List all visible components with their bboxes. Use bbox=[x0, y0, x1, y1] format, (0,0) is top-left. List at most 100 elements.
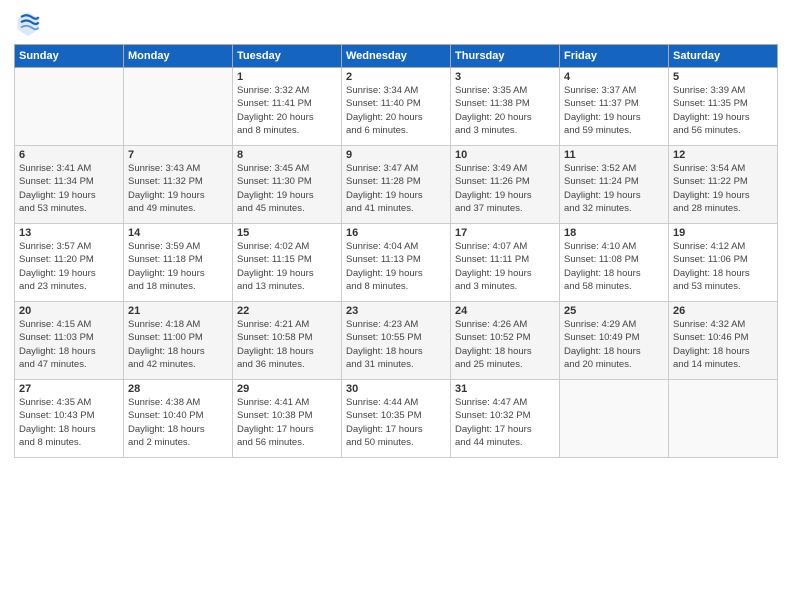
header-cell-wednesday: Wednesday bbox=[342, 45, 451, 68]
day-number: 16 bbox=[346, 227, 446, 239]
calendar-row: 27Sunrise: 4:35 AM Sunset: 10:43 PM Dayl… bbox=[15, 380, 778, 458]
day-number: 3 bbox=[455, 71, 555, 83]
day-number: 19 bbox=[673, 227, 773, 239]
header-cell-saturday: Saturday bbox=[669, 45, 778, 68]
day-detail: Sunrise: 4:07 AM Sunset: 11:11 PM Daylig… bbox=[455, 240, 555, 293]
day-detail: Sunrise: 4:47 AM Sunset: 10:32 PM Daylig… bbox=[455, 396, 555, 449]
calendar-cell bbox=[560, 380, 669, 458]
calendar-cell: 16Sunrise: 4:04 AM Sunset: 11:13 PM Dayl… bbox=[342, 224, 451, 302]
day-detail: Sunrise: 4:41 AM Sunset: 10:38 PM Daylig… bbox=[237, 396, 337, 449]
logo-icon bbox=[14, 10, 42, 38]
day-number: 24 bbox=[455, 305, 555, 317]
day-number: 18 bbox=[564, 227, 664, 239]
day-number: 12 bbox=[673, 149, 773, 161]
day-detail: Sunrise: 4:38 AM Sunset: 10:40 PM Daylig… bbox=[128, 396, 228, 449]
day-number: 31 bbox=[455, 383, 555, 395]
calendar-cell: 30Sunrise: 4:44 AM Sunset: 10:35 PM Dayl… bbox=[342, 380, 451, 458]
calendar-cell: 28Sunrise: 4:38 AM Sunset: 10:40 PM Dayl… bbox=[124, 380, 233, 458]
day-detail: Sunrise: 4:18 AM Sunset: 11:00 PM Daylig… bbox=[128, 318, 228, 371]
day-detail: Sunrise: 3:57 AM Sunset: 11:20 PM Daylig… bbox=[19, 240, 119, 293]
calendar-cell: 9Sunrise: 3:47 AM Sunset: 11:28 PM Dayli… bbox=[342, 146, 451, 224]
day-detail: Sunrise: 4:44 AM Sunset: 10:35 PM Daylig… bbox=[346, 396, 446, 449]
day-number: 9 bbox=[346, 149, 446, 161]
day-number: 6 bbox=[19, 149, 119, 161]
calendar-cell: 23Sunrise: 4:23 AM Sunset: 10:55 PM Dayl… bbox=[342, 302, 451, 380]
calendar-cell: 21Sunrise: 4:18 AM Sunset: 11:00 PM Dayl… bbox=[124, 302, 233, 380]
calendar-cell: 2Sunrise: 3:34 AM Sunset: 11:40 PM Dayli… bbox=[342, 68, 451, 146]
calendar-cell: 27Sunrise: 4:35 AM Sunset: 10:43 PM Dayl… bbox=[15, 380, 124, 458]
day-detail: Sunrise: 4:35 AM Sunset: 10:43 PM Daylig… bbox=[19, 396, 119, 449]
calendar-cell bbox=[15, 68, 124, 146]
day-detail: Sunrise: 3:49 AM Sunset: 11:26 PM Daylig… bbox=[455, 162, 555, 215]
day-detail: Sunrise: 3:47 AM Sunset: 11:28 PM Daylig… bbox=[346, 162, 446, 215]
calendar-cell: 17Sunrise: 4:07 AM Sunset: 11:11 PM Dayl… bbox=[451, 224, 560, 302]
day-detail: Sunrise: 4:29 AM Sunset: 10:49 PM Daylig… bbox=[564, 318, 664, 371]
day-number: 25 bbox=[564, 305, 664, 317]
calendar-cell bbox=[124, 68, 233, 146]
day-detail: Sunrise: 3:41 AM Sunset: 11:34 PM Daylig… bbox=[19, 162, 119, 215]
day-detail: Sunrise: 3:52 AM Sunset: 11:24 PM Daylig… bbox=[564, 162, 664, 215]
day-number: 1 bbox=[237, 71, 337, 83]
day-number: 7 bbox=[128, 149, 228, 161]
calendar-cell: 29Sunrise: 4:41 AM Sunset: 10:38 PM Dayl… bbox=[233, 380, 342, 458]
calendar-cell: 8Sunrise: 3:45 AM Sunset: 11:30 PM Dayli… bbox=[233, 146, 342, 224]
calendar-cell: 24Sunrise: 4:26 AM Sunset: 10:52 PM Dayl… bbox=[451, 302, 560, 380]
day-number: 26 bbox=[673, 305, 773, 317]
calendar-cell: 10Sunrise: 3:49 AM Sunset: 11:26 PM Dayl… bbox=[451, 146, 560, 224]
day-number: 29 bbox=[237, 383, 337, 395]
calendar-cell: 14Sunrise: 3:59 AM Sunset: 11:18 PM Dayl… bbox=[124, 224, 233, 302]
calendar-row: 13Sunrise: 3:57 AM Sunset: 11:20 PM Dayl… bbox=[15, 224, 778, 302]
header-cell-friday: Friday bbox=[560, 45, 669, 68]
day-detail: Sunrise: 4:02 AM Sunset: 11:15 PM Daylig… bbox=[237, 240, 337, 293]
calendar-cell: 13Sunrise: 3:57 AM Sunset: 11:20 PM Dayl… bbox=[15, 224, 124, 302]
calendar-cell: 19Sunrise: 4:12 AM Sunset: 11:06 PM Dayl… bbox=[669, 224, 778, 302]
day-detail: Sunrise: 4:12 AM Sunset: 11:06 PM Daylig… bbox=[673, 240, 773, 293]
calendar-cell: 3Sunrise: 3:35 AM Sunset: 11:38 PM Dayli… bbox=[451, 68, 560, 146]
day-detail: Sunrise: 4:21 AM Sunset: 10:58 PM Daylig… bbox=[237, 318, 337, 371]
header-cell-thursday: Thursday bbox=[451, 45, 560, 68]
day-number: 15 bbox=[237, 227, 337, 239]
page: SundayMondayTuesdayWednesdayThursdayFrid… bbox=[0, 0, 792, 612]
day-number: 30 bbox=[346, 383, 446, 395]
calendar-cell: 6Sunrise: 3:41 AM Sunset: 11:34 PM Dayli… bbox=[15, 146, 124, 224]
day-number: 5 bbox=[673, 71, 773, 83]
header bbox=[14, 10, 778, 38]
day-detail: Sunrise: 3:39 AM Sunset: 11:35 PM Daylig… bbox=[673, 84, 773, 137]
day-number: 8 bbox=[237, 149, 337, 161]
calendar-row: 1Sunrise: 3:32 AM Sunset: 11:41 PM Dayli… bbox=[15, 68, 778, 146]
calendar-row: 20Sunrise: 4:15 AM Sunset: 11:03 PM Dayl… bbox=[15, 302, 778, 380]
day-number: 20 bbox=[19, 305, 119, 317]
calendar-cell: 22Sunrise: 4:21 AM Sunset: 10:58 PM Dayl… bbox=[233, 302, 342, 380]
calendar-cell bbox=[669, 380, 778, 458]
calendar-cell: 1Sunrise: 3:32 AM Sunset: 11:41 PM Dayli… bbox=[233, 68, 342, 146]
calendar-cell: 18Sunrise: 4:10 AM Sunset: 11:08 PM Dayl… bbox=[560, 224, 669, 302]
calendar-cell: 31Sunrise: 4:47 AM Sunset: 10:32 PM Dayl… bbox=[451, 380, 560, 458]
day-number: 2 bbox=[346, 71, 446, 83]
day-detail: Sunrise: 4:23 AM Sunset: 10:55 PM Daylig… bbox=[346, 318, 446, 371]
day-number: 23 bbox=[346, 305, 446, 317]
day-number: 21 bbox=[128, 305, 228, 317]
day-detail: Sunrise: 3:54 AM Sunset: 11:22 PM Daylig… bbox=[673, 162, 773, 215]
day-number: 17 bbox=[455, 227, 555, 239]
calendar-cell: 4Sunrise: 3:37 AM Sunset: 11:37 PM Dayli… bbox=[560, 68, 669, 146]
header-cell-monday: Monday bbox=[124, 45, 233, 68]
calendar-row: 6Sunrise: 3:41 AM Sunset: 11:34 PM Dayli… bbox=[15, 146, 778, 224]
day-detail: Sunrise: 3:59 AM Sunset: 11:18 PM Daylig… bbox=[128, 240, 228, 293]
logo bbox=[14, 10, 47, 38]
day-detail: Sunrise: 4:15 AM Sunset: 11:03 PM Daylig… bbox=[19, 318, 119, 371]
day-detail: Sunrise: 3:35 AM Sunset: 11:38 PM Daylig… bbox=[455, 84, 555, 137]
day-detail: Sunrise: 4:04 AM Sunset: 11:13 PM Daylig… bbox=[346, 240, 446, 293]
calendar-cell: 20Sunrise: 4:15 AM Sunset: 11:03 PM Dayl… bbox=[15, 302, 124, 380]
calendar-cell: 15Sunrise: 4:02 AM Sunset: 11:15 PM Dayl… bbox=[233, 224, 342, 302]
calendar-cell: 7Sunrise: 3:43 AM Sunset: 11:32 PM Dayli… bbox=[124, 146, 233, 224]
day-detail: Sunrise: 4:26 AM Sunset: 10:52 PM Daylig… bbox=[455, 318, 555, 371]
calendar-cell: 25Sunrise: 4:29 AM Sunset: 10:49 PM Dayl… bbox=[560, 302, 669, 380]
day-detail: Sunrise: 3:43 AM Sunset: 11:32 PM Daylig… bbox=[128, 162, 228, 215]
day-number: 22 bbox=[237, 305, 337, 317]
day-number: 27 bbox=[19, 383, 119, 395]
day-number: 14 bbox=[128, 227, 228, 239]
day-number: 13 bbox=[19, 227, 119, 239]
calendar-cell: 11Sunrise: 3:52 AM Sunset: 11:24 PM Dayl… bbox=[560, 146, 669, 224]
day-number: 4 bbox=[564, 71, 664, 83]
calendar-table: SundayMondayTuesdayWednesdayThursdayFrid… bbox=[14, 44, 778, 458]
